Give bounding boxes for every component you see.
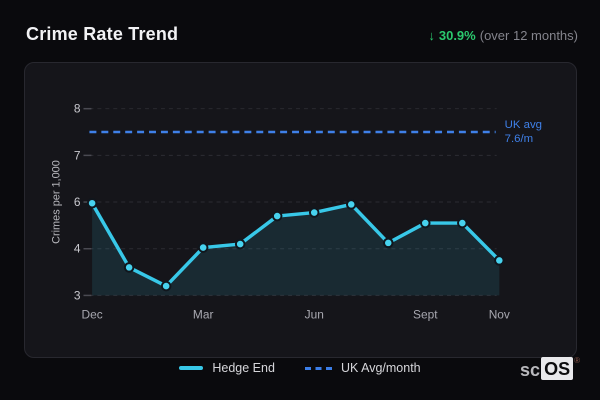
data-point[interactable] <box>234 238 246 250</box>
data-point[interactable] <box>86 197 98 209</box>
dashed-line-swatch-icon <box>304 366 332 370</box>
line-chart-canvas[interactable]: 8 7 6 4 3 Crimes per 1,000 UK avg 7.6/m Dec Mar Ju… <box>25 63 576 357</box>
delta-percent: 30.9% <box>438 28 476 43</box>
legend-item-uk-avg[interactable]: UK Avg/month <box>304 361 421 375</box>
header: Crime Rate Trend ↓ 30.9% (over 12 months… <box>26 24 578 45</box>
data-point[interactable] <box>345 199 357 210</box>
solid-line-swatch-icon <box>179 366 204 370</box>
chart-legend: Hedge End UK Avg/month <box>0 357 600 379</box>
trend-delta-badge: ↓ 30.9% (over 12 months) <box>428 28 578 43</box>
scos-logo: sc OS ® <box>520 357 580 380</box>
legend-label: Hedge End <box>212 361 275 375</box>
data-point[interactable] <box>123 262 135 273</box>
uk-avg-label: 7.6/m <box>505 133 534 145</box>
legend-label: UK Avg/month <box>340 361 421 375</box>
y-tick-label: 3 <box>74 288 81 302</box>
logo-suffix: OS <box>541 357 574 380</box>
chart-card: 8 7 6 4 3 Crimes per 1,000 UK avg 7.6/m Dec Mar Ju… <box>24 62 577 358</box>
uk-avg-label: UK avg <box>505 119 542 131</box>
x-tick-label: Jun <box>305 307 324 321</box>
logo-prefix: sc <box>520 360 541 380</box>
data-point[interactable] <box>494 255 505 266</box>
data-point[interactable] <box>308 207 320 218</box>
data-point[interactable] <box>160 280 172 292</box>
y-tick-label: 6 <box>74 195 81 209</box>
y-tick-label: 7 <box>74 148 81 162</box>
x-tick-label: Sept <box>413 307 438 321</box>
series-area-fill <box>92 203 500 296</box>
y-tick-label: 4 <box>74 242 81 256</box>
data-point[interactable] <box>382 237 394 249</box>
data-point[interactable] <box>420 217 431 229</box>
arrow-down-icon: ↓ <box>428 28 435 43</box>
page-title: Crime Rate Trend <box>26 24 179 44</box>
screen: { "header": { "title": "Crime Rate Trend… <box>0 0 600 400</box>
delta-caption: (over 12 months) <box>479 28 578 43</box>
y-tick-label: 8 <box>74 102 81 116</box>
data-point[interactable] <box>271 210 283 222</box>
legend-item-hedge-end[interactable]: Hedge End <box>179 361 275 375</box>
x-tick-label: Nov <box>489 307 510 321</box>
registered-trademark-icon: ® <box>574 356 580 365</box>
x-tick-label: Mar <box>193 307 214 321</box>
x-tick-label: Dec <box>82 307 103 321</box>
data-point[interactable] <box>197 242 209 253</box>
y-axis-title: Crimes per 1,000 <box>51 160 63 244</box>
data-point[interactable] <box>457 217 468 229</box>
